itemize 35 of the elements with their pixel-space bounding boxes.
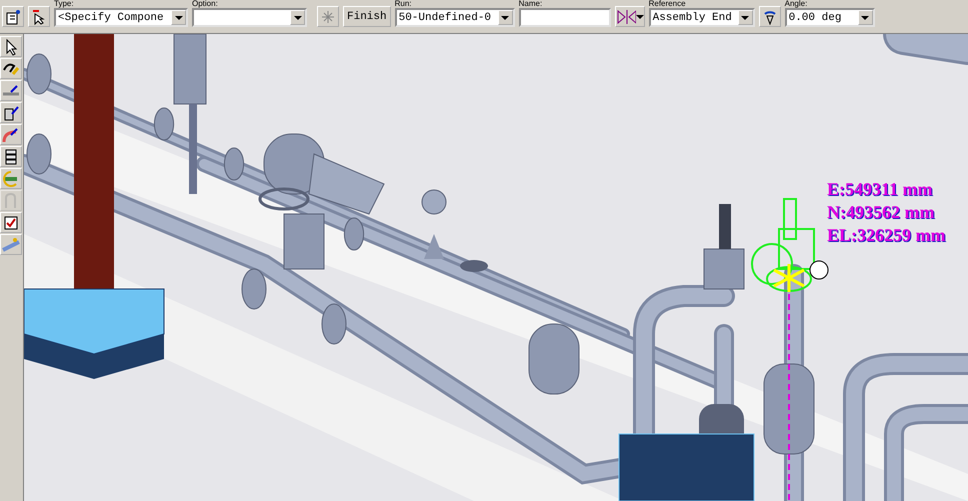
model-button[interactable]: [317, 6, 339, 27]
finish-button[interactable]: Finish: [343, 6, 391, 27]
tool-button[interactable]: [0, 124, 22, 145]
properties-button[interactable]: [2, 6, 24, 27]
tool-button[interactable]: [0, 146, 22, 167]
equipment-tool-icon: [2, 104, 20, 122]
mirror-button[interactable]: [614, 6, 645, 27]
cursor-icon: [31, 8, 47, 24]
field-label: Run:: [394, 0, 413, 8]
rotate-icon: [762, 8, 778, 24]
field-label: Angle:: [784, 0, 808, 8]
tool-button[interactable]: [0, 212, 22, 233]
name-field[interactable]: [518, 8, 611, 27]
sloped-tool-icon: [2, 236, 20, 254]
field-label: Option:: [192, 0, 219, 8]
properties-icon: [5, 8, 21, 24]
tool-button[interactable]: [0, 58, 22, 79]
dropdown[interactable]: <Specify Compone: [54, 8, 188, 27]
dropdown[interactable]: 0.00 deg: [784, 8, 875, 27]
field-label: Name:: [518, 0, 544, 8]
tool-button[interactable]: [0, 80, 22, 101]
field-label: Type:: [54, 0, 75, 8]
mirror-icon: [616, 10, 636, 24]
elbow-tool-icon: [2, 126, 20, 144]
dropdown[interactable]: 50-Undefined-0: [394, 8, 515, 27]
select-button[interactable]: [28, 6, 50, 27]
check-tool-icon: [2, 214, 20, 232]
coordinate-label: EL:326259 mm: [827, 224, 946, 246]
field-label: Reference: [648, 0, 687, 8]
coordinate-label: E:549311 mm: [827, 178, 934, 200]
dropdown[interactable]: Assembly End: [648, 8, 755, 27]
rotate-button[interactable]: [758, 6, 781, 27]
tool-button[interactable]: [0, 102, 22, 123]
coordinate-label: N:493562 mm: [827, 201, 936, 223]
tool-button[interactable]: [0, 36, 22, 57]
